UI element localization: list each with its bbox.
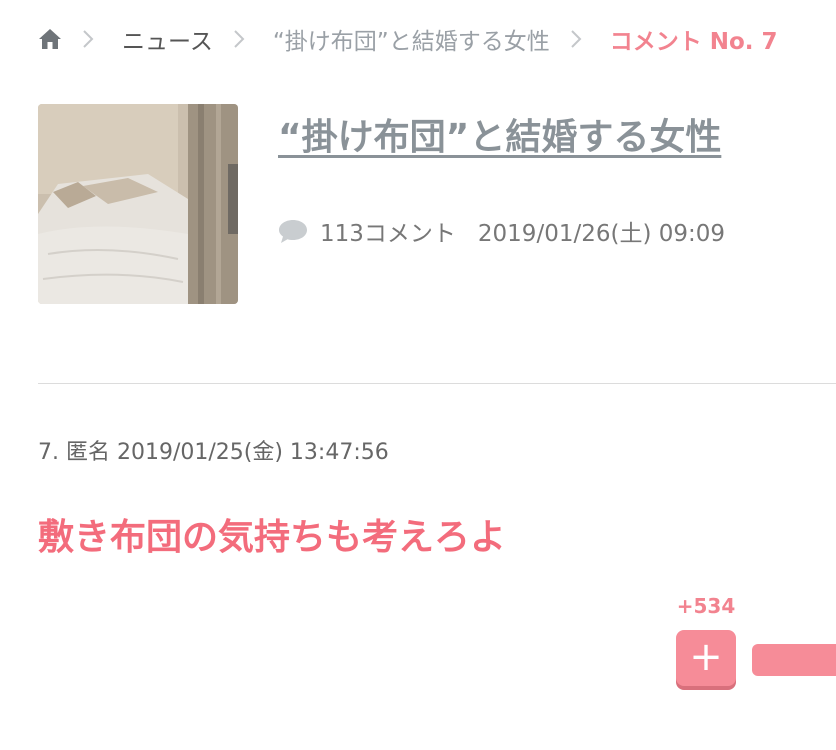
breadcrumb: ニュース “掛け布団”と結婚する女性 コメント No. 7	[38, 22, 778, 56]
breadcrumb-article-link[interactable]: “掛け布団”と結婚する女性	[273, 22, 550, 56]
chevron-right-icon	[233, 28, 263, 50]
plus-vote-button[interactable]: +	[676, 630, 736, 686]
chevron-right-icon	[570, 28, 600, 50]
plus-vote-count: +534	[676, 594, 736, 618]
article-title-link[interactable]: “掛け布団”と結婚する女性	[278, 108, 721, 160]
vote-ratio-bar	[752, 644, 836, 676]
breadcrumb-news-link[interactable]: ニュース	[122, 22, 213, 56]
article-thumbnail[interactable]	[38, 104, 238, 304]
home-icon[interactable]	[38, 28, 62, 50]
comment-count[interactable]: 113コメント	[320, 214, 456, 248]
comment-body: 敷き布団の気持ちも考えろよ	[38, 517, 507, 558]
comment-header: 7. 匿名 2019/01/25(金) 13:47:56	[38, 440, 389, 465]
divider	[38, 383, 836, 384]
article-meta: 113コメント 2019/01/26(土) 09:09	[278, 214, 725, 248]
article-date: 2019/01/26(土) 09:09	[477, 221, 726, 247]
breadcrumb-current: コメント No. 7	[609, 29, 778, 55]
chevron-right-icon	[82, 28, 112, 50]
comment-icon	[279, 220, 307, 243]
